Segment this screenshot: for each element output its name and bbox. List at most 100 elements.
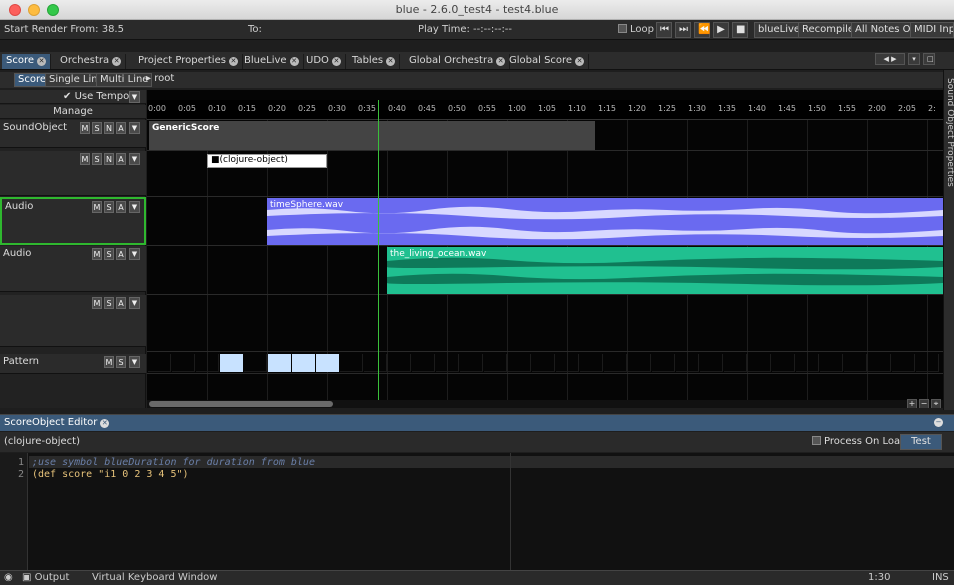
pattern-cell[interactable]	[316, 354, 339, 372]
pattern-cell[interactable]	[556, 354, 579, 372]
close-tab-icon[interactable]: ✕	[386, 57, 396, 66]
timesphere-audio-block[interactable]: timeSphere.wav	[267, 198, 943, 245]
close-tab-icon[interactable]: ✕	[112, 57, 122, 66]
pattern-cell[interactable]	[388, 354, 411, 372]
pattern-cell[interactable]	[772, 354, 795, 372]
time-ruler[interactable]: 0:00 0:05 0:10 0:15 0:20 0:25 0:30 0:35 0:40 0:45…	[147, 100, 943, 120]
pattern-cell[interactable]	[220, 354, 243, 372]
close-editor-icon[interactable]: ✕	[100, 419, 110, 428]
subtab-multi-line[interactable]: Multi Line	[96, 73, 153, 87]
rewind-button[interactable]: ⏮	[656, 22, 672, 38]
pattern-cell[interactable]	[892, 354, 915, 372]
pattern-cell[interactable]	[508, 354, 531, 372]
code-line[interactable]: (def score "i1 0 2 3 4 5")	[32, 469, 189, 480]
n-button[interactable]: N	[104, 153, 114, 165]
maximize-button[interactable]: □	[923, 53, 935, 65]
tab-project-properties[interactable]: Project Properties ✕	[134, 54, 243, 69]
track-menu-dropdown[interactable]: ▼	[129, 356, 140, 368]
pattern-cell[interactable]	[844, 354, 867, 372]
solo-button[interactable]: S	[104, 201, 114, 213]
pattern-cell[interactable]	[676, 354, 699, 372]
track-pattern[interactable]: Pattern M S ▼	[0, 354, 146, 374]
track-soundobject[interactable]: SoundObject M S N A ▼	[0, 120, 146, 148]
horizontal-scrollbar[interactable]	[147, 400, 943, 408]
to-label[interactable]: To:	[248, 20, 262, 40]
minimize-window-button[interactable]	[28, 4, 40, 16]
clojure-object-block[interactable]: ■(clojure-object)	[207, 154, 327, 168]
mute-button[interactable]: M	[104, 356, 114, 368]
tab-udo[interactable]: UDO ✕	[302, 54, 346, 69]
play-from-button[interactable]: ⏭	[675, 22, 691, 38]
settings-icon[interactable]: ◉	[4, 572, 13, 583]
zoom-in-button[interactable]: +	[907, 399, 917, 408]
n-button[interactable]: N	[104, 122, 114, 134]
test-button[interactable]: Test	[900, 434, 942, 450]
mute-button[interactable]: M	[80, 122, 90, 134]
pattern-cell[interactable]	[484, 354, 507, 372]
automation-button[interactable]: A	[116, 153, 126, 165]
automation-button[interactable]: A	[116, 248, 126, 260]
close-tab-icon[interactable]: ✕	[289, 57, 299, 66]
zoom-window-button[interactable]	[47, 4, 59, 16]
virtual-keyboard-tab[interactable]: Virtual Keyboard Window	[92, 572, 217, 583]
tab-scroll-buttons[interactable]: ◀ ▶	[875, 53, 905, 65]
track-menu-dropdown[interactable]: ▼	[129, 248, 140, 260]
track-soundobject-2[interactable]: M S N A ▼	[0, 151, 146, 196]
pattern-cell[interactable]	[628, 354, 651, 372]
close-tab-icon[interactable]: ✕	[575, 57, 585, 66]
pattern-cell[interactable]	[604, 354, 627, 372]
solo-button[interactable]: S	[92, 153, 102, 165]
tab-global-orchestra[interactable]: Global Orchestra ✕	[405, 54, 511, 69]
pattern-cell[interactable]	[532, 354, 555, 372]
stop-button[interactable]: ■	[732, 22, 748, 38]
zoom-fit-button[interactable]: ⌖	[931, 399, 941, 408]
use-tempo-checkbox[interactable]: ✔ Use Tempo	[63, 91, 129, 102]
pattern-cell[interactable]	[868, 354, 891, 372]
track-menu-dropdown[interactable]: ▼	[129, 122, 140, 134]
pattern-cell[interactable]	[340, 354, 363, 372]
solo-button[interactable]: S	[104, 248, 114, 260]
score-timeline[interactable]: 0:00 0:05 0:10 0:15 0:20 0:25 0:30 0:35 0:40 0:45…	[147, 90, 943, 408]
manage-row[interactable]: Manage	[0, 105, 146, 119]
pattern-cell[interactable]	[796, 354, 819, 372]
pattern-cell[interactable]	[700, 354, 723, 372]
process-on-load-checkbox[interactable]: Process On Load	[812, 436, 907, 447]
pattern-cell[interactable]	[412, 354, 435, 372]
code-editor[interactable]: 1 2 ;use symbol blueDuration for duratio…	[0, 453, 954, 570]
close-window-button[interactable]	[9, 4, 21, 16]
mute-button[interactable]: M	[92, 297, 102, 309]
pattern-cell[interactable]	[436, 354, 459, 372]
track-menu-dropdown[interactable]: ▼	[129, 297, 140, 309]
solo-button[interactable]: S	[116, 356, 126, 368]
lane-audio-3[interactable]	[147, 295, 943, 352]
pattern-cell[interactable]	[748, 354, 771, 372]
automation-button[interactable]: A	[116, 201, 126, 213]
scrollbar-thumb[interactable]	[149, 401, 333, 407]
close-tab-icon[interactable]: ✕	[228, 57, 238, 66]
pattern-cell[interactable]	[652, 354, 675, 372]
automation-button[interactable]: A	[116, 297, 126, 309]
pattern-cell[interactable]	[820, 354, 843, 372]
start-render-label[interactable]: Start Render From: 38.5	[4, 20, 124, 40]
tempo-dropdown[interactable]: ▼	[129, 91, 140, 103]
track-menu-dropdown[interactable]: ▼	[129, 153, 140, 165]
close-tab-icon[interactable]: ✕	[496, 57, 506, 66]
breadcrumb[interactable]: ▸ root	[146, 73, 174, 84]
pattern-cell[interactable]	[268, 354, 291, 372]
back-button[interactable]: ⏪	[694, 22, 710, 38]
close-tab-icon[interactable]: ✕	[37, 57, 47, 66]
pattern-cell[interactable]	[196, 354, 219, 372]
tab-bluelive[interactable]: BlueLive ✕	[240, 54, 304, 69]
tab-list-button[interactable]: ▾	[908, 53, 920, 65]
pattern-cell[interactable]	[916, 354, 939, 372]
recompile-button[interactable]: Recompile	[798, 22, 859, 38]
pattern-cell[interactable]	[460, 354, 483, 372]
mute-button[interactable]: M	[92, 248, 102, 260]
code-line[interactable]: ;use symbol blueDuration for duration fr…	[32, 457, 315, 468]
solo-button[interactable]: S	[104, 297, 114, 309]
pattern-cell[interactable]	[292, 354, 315, 372]
play-button[interactable]: ▶	[713, 22, 729, 38]
midi-input-button[interactable]: MIDI Input	[910, 22, 954, 38]
living-ocean-audio-block[interactable]: the_living_ocean.wav	[387, 247, 943, 294]
sound-object-properties-panel[interactable]: Sound Object Properties	[943, 70, 954, 410]
